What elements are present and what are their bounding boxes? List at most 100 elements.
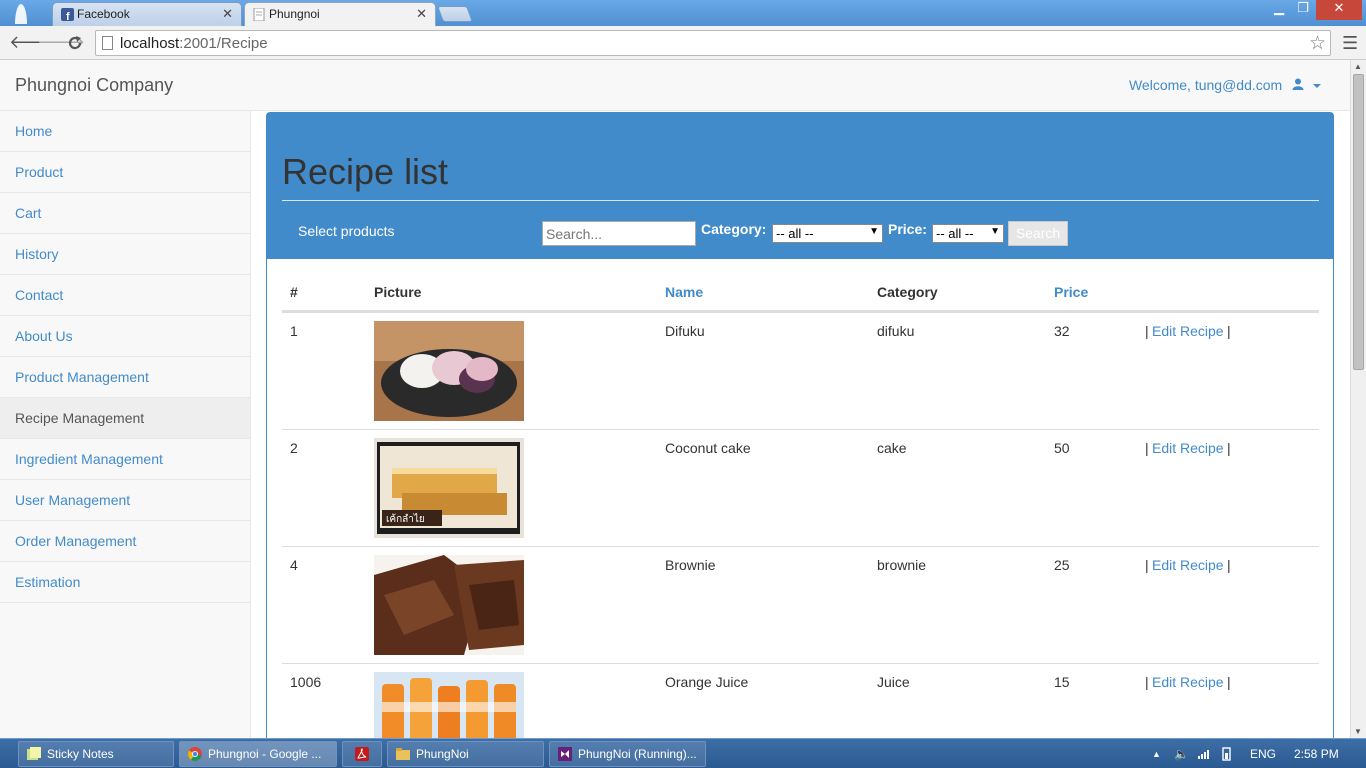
dropdown-arrow-icon: ▼ xyxy=(869,226,879,237)
sidebar-nav: Home Product Cart History Contact About … xyxy=(0,111,251,738)
volume-icon[interactable]: 🔈 xyxy=(1174,747,1189,761)
sidebar-item-home[interactable]: Home xyxy=(0,111,250,152)
user-menu[interactable]: Welcome, tung@dd.com xyxy=(1129,77,1322,93)
search-input[interactable] xyxy=(542,221,696,246)
sidebar-item-about-us[interactable]: About Us xyxy=(0,316,250,357)
network-icon[interactable] xyxy=(1198,747,1212,759)
row-name: Brownie xyxy=(665,557,716,573)
recipe-image xyxy=(374,555,524,655)
url-text[interactable]: localhost:2001/Recipe xyxy=(120,35,268,52)
taskbar-chrome[interactable]: Phungnoi - Google ... xyxy=(179,741,337,767)
sidebar-item-estimation[interactable]: Estimation xyxy=(0,562,250,603)
scroll-down-icon[interactable]: ▼ xyxy=(1354,727,1362,736)
recipe-image: เค้กลำไย xyxy=(374,438,524,538)
row-category: cake xyxy=(877,440,907,456)
row-name: Orange Juice xyxy=(665,674,749,690)
new-tab-button[interactable] xyxy=(437,6,473,22)
edit-recipe-link[interactable]: Edit Recipe xyxy=(1152,440,1224,456)
category-select[interactable]: -- all -- ▼ xyxy=(772,224,883,243)
tab-facebook[interactable]: f Facebook ✕ xyxy=(52,2,242,26)
language-indicator[interactable]: ENG xyxy=(1250,747,1276,761)
sidebar-item-product[interactable]: Product xyxy=(0,152,250,193)
action-separator: | xyxy=(1145,440,1149,456)
visual-studio-icon xyxy=(558,747,572,761)
action-separator: | xyxy=(1227,440,1231,456)
browser-toolbar: 🡐 🡒 localhost:2001/Recipe ☆ ☰ xyxy=(0,26,1366,60)
taskbar-acrobat[interactable] xyxy=(342,741,382,767)
search-button[interactable]: Search xyxy=(1008,221,1068,246)
battery-icon[interactable] xyxy=(1220,747,1234,761)
sidebar-item-product-management[interactable]: Product Management xyxy=(0,357,250,398)
caret-down-icon xyxy=(1313,84,1321,88)
table-row: 2 เค้กลำไย Coconut cake cake 50 | Edit R… xyxy=(282,429,1319,546)
row-id: 2 xyxy=(290,440,298,456)
chrome-icon xyxy=(188,747,202,761)
clock[interactable]: 2:58 PM xyxy=(1294,747,1339,761)
row-price: 32 xyxy=(1054,323,1070,339)
category-select-value: -- all -- xyxy=(776,226,814,241)
hamburger-menu-icon[interactable]: ☰ xyxy=(1342,33,1358,54)
row-id: 4 xyxy=(290,557,298,573)
tab-close-icon[interactable]: ✕ xyxy=(416,6,427,22)
vertical-scrollbar[interactable]: ▲ ▼ xyxy=(1350,60,1366,738)
sidebar-item-contact[interactable]: Contact xyxy=(0,275,250,316)
scroll-up-icon[interactable]: ▲ xyxy=(1354,62,1362,71)
welcome-text: Welcome, tung@dd.com xyxy=(1128,77,1283,93)
sidebar-item-history[interactable]: History xyxy=(0,234,250,275)
sticky-notes-icon xyxy=(27,747,41,760)
header-name-sort[interactable]: Name xyxy=(665,284,703,300)
price-select[interactable]: -- all -- ▼ xyxy=(932,224,1004,243)
taskbar-label: PhungNoi (Running)... xyxy=(578,747,697,761)
taskbar-label: PhungNoi xyxy=(416,747,469,761)
page-viewport: Phungnoi Company Welcome, tung@dd.com Ho… xyxy=(0,60,1350,738)
header-picture: Picture xyxy=(374,284,422,300)
tab-close-icon[interactable]: ✕ xyxy=(222,6,233,22)
browser-titlebar: f Facebook ✕ Phungnoi ✕ ▁ ❐ ✕ xyxy=(0,0,1366,26)
edit-recipe-link[interactable]: Edit Recipe xyxy=(1152,557,1224,573)
maximize-button[interactable]: ❐ xyxy=(1292,0,1314,20)
recipe-image xyxy=(374,672,524,738)
action-separator: | xyxy=(1145,674,1149,690)
close-window-button[interactable]: ✕ xyxy=(1316,0,1362,20)
scrollbar-thumb[interactable] xyxy=(1353,74,1364,370)
page-title: Recipe list xyxy=(282,151,449,192)
price-label: Price: xyxy=(888,221,927,237)
header-price-sort[interactable]: Price xyxy=(1054,284,1088,300)
site-brand[interactable]: Phungnoi Company xyxy=(15,75,173,96)
tab-phungnoi[interactable]: Phungnoi ✕ xyxy=(244,2,436,26)
taskbar-sticky-notes[interactable]: Sticky Notes xyxy=(18,741,174,767)
address-bar[interactable]: localhost:2001/Recipe ☆ xyxy=(95,30,1331,56)
row-id: 1006 xyxy=(290,674,322,690)
bookmark-star-icon[interactable]: ☆ xyxy=(1309,32,1326,55)
sidebar-item-user-management[interactable]: User Management xyxy=(0,480,250,521)
table-header: # Picture Name Category Price xyxy=(282,273,1319,312)
sidebar-item-cart[interactable]: Cart xyxy=(0,193,250,234)
reload-icon[interactable] xyxy=(66,34,84,52)
recipe-image xyxy=(374,321,524,421)
taskbar-visual-studio[interactable]: PhungNoi (Running)... xyxy=(549,741,706,767)
panel-header: Recipe list Select products Category: --… xyxy=(267,113,1333,259)
table-row: 4 Brownie brownie 25 | Edit Recipe | xyxy=(282,546,1319,663)
folder-icon xyxy=(396,748,410,760)
edit-recipe-link[interactable]: Edit Recipe xyxy=(1152,323,1224,339)
edit-recipe-link[interactable]: Edit Recipe xyxy=(1152,674,1224,690)
tab-title: Phungnoi xyxy=(269,7,320,21)
row-name: Coconut cake xyxy=(665,440,751,456)
svg-text:f: f xyxy=(66,11,70,21)
row-name: Difuku xyxy=(665,323,705,339)
chrome-profile-icon[interactable] xyxy=(10,2,32,24)
tray-expand-icon[interactable]: ▲ xyxy=(1152,749,1161,759)
sidebar-item-ingredient-management[interactable]: Ingredient Management xyxy=(0,439,250,480)
taskbar-label: Sticky Notes xyxy=(47,747,114,761)
action-separator: | xyxy=(1227,557,1231,573)
taskbar-folder-phungnoi[interactable]: PhungNoi xyxy=(387,741,544,767)
sidebar-item-recipe-management[interactable]: Recipe Management xyxy=(0,398,250,439)
price-select-value: -- all -- xyxy=(936,226,974,241)
recipe-panel: Recipe list Select products Category: --… xyxy=(266,112,1334,738)
table-row: 1006 Orange Juice Juice 15 | Edit Recipe… xyxy=(282,663,1319,738)
tab-title: Facebook xyxy=(77,7,130,21)
sidebar-item-order-management[interactable]: Order Management xyxy=(0,521,250,562)
select-products-label: Select products xyxy=(298,223,395,239)
site-navbar: Phungnoi Company Welcome, tung@dd.com xyxy=(0,60,1350,111)
minimize-button[interactable]: ▁ xyxy=(1268,0,1290,20)
